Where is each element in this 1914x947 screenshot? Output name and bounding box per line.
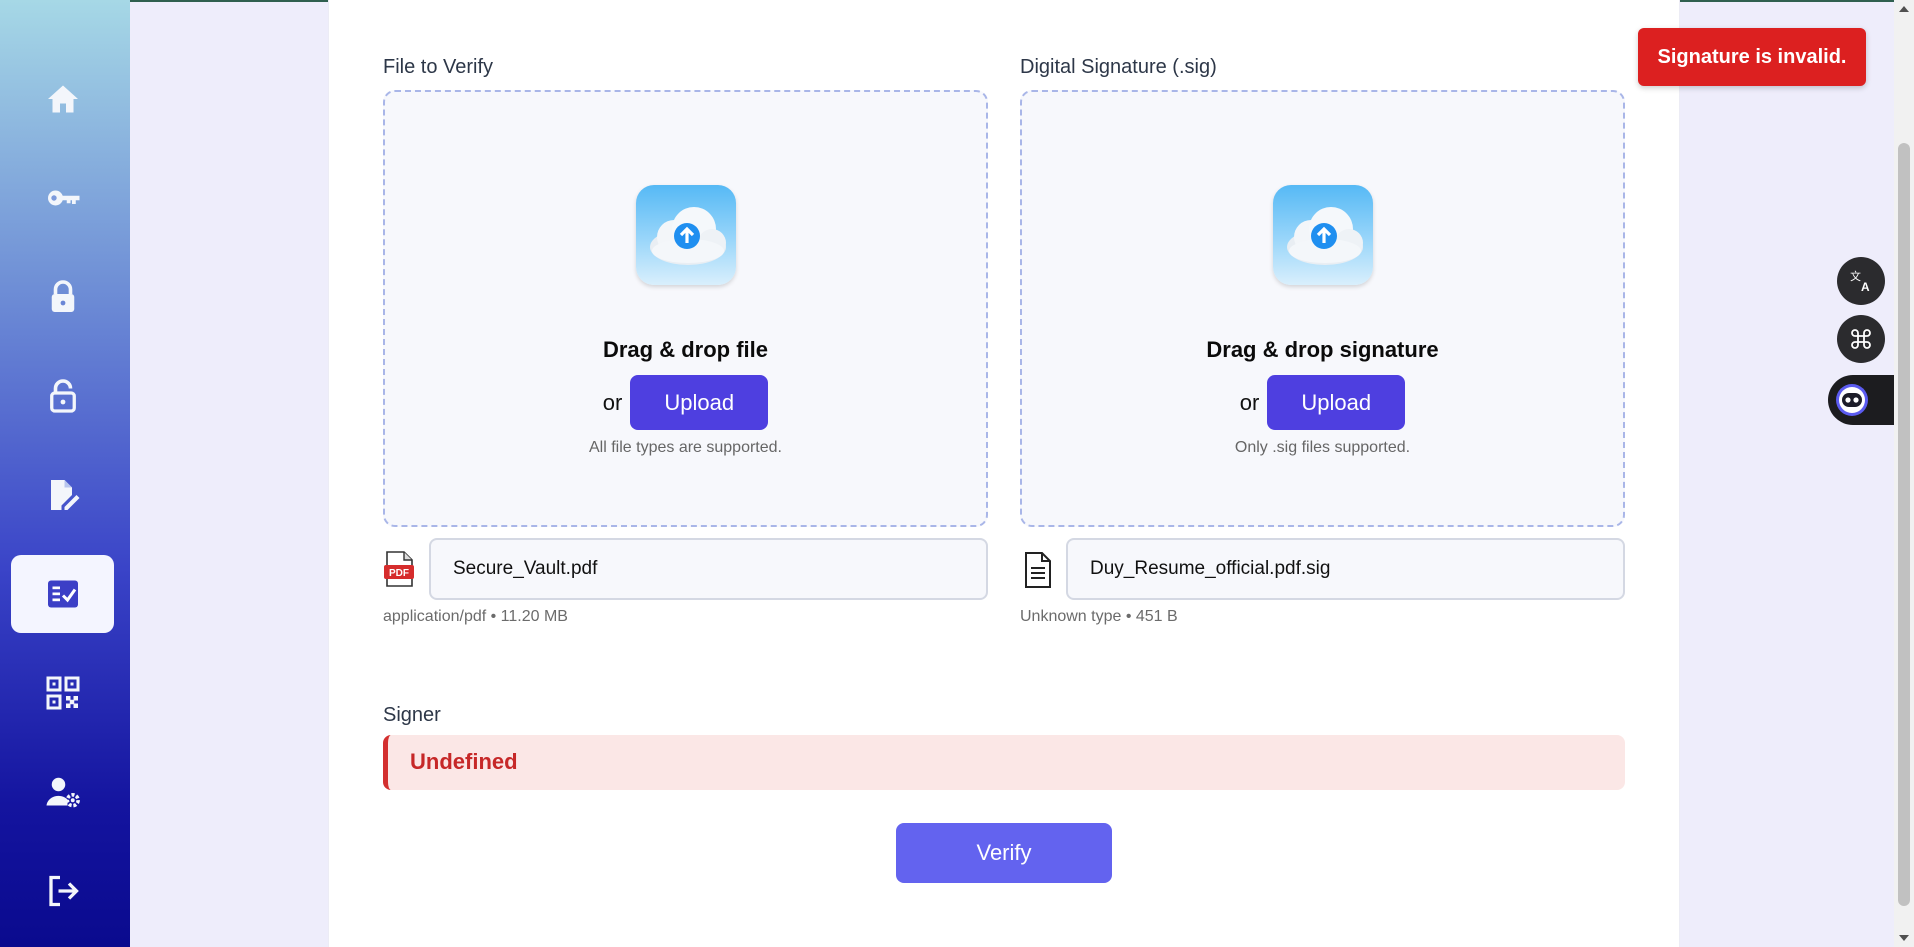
user-gear-icon xyxy=(46,777,80,808)
signature-label: Digital Signature (.sig) xyxy=(1020,56,1217,78)
signature-hint: Only .sig files supported. xyxy=(1234,439,1411,456)
cloud-upload-icon xyxy=(635,185,736,285)
svg-text:文: 文 xyxy=(1850,269,1861,283)
signature-dropzone[interactable]: Drag & drop signature or Upload Only .si… xyxy=(1020,90,1625,527)
error-toast: Signature is invalid. xyxy=(1638,28,1866,86)
file-hint: All file types are supported. xyxy=(589,439,782,456)
sidebar-item-keys[interactable] xyxy=(11,159,114,237)
svg-text:PDF: PDF xyxy=(389,568,409,579)
home-icon xyxy=(47,85,78,113)
sidebar xyxy=(0,0,130,947)
key-icon xyxy=(47,190,79,206)
pdf-icon: PDF xyxy=(384,551,414,587)
scroll-up-icon[interactable] xyxy=(1898,4,1910,14)
sidebar-item-verify[interactable] xyxy=(11,555,114,633)
file-to-verify-label: File to Verify xyxy=(383,56,494,78)
file-meta: application/pdf • 11.20 MB xyxy=(383,608,568,625)
scroll-down-icon[interactable] xyxy=(1898,933,1910,943)
lock-icon xyxy=(51,280,74,312)
qr-code-icon xyxy=(46,676,79,710)
signature-drop-title: Drag & drop signature xyxy=(1206,337,1439,362)
signature-or-text: or xyxy=(1239,389,1260,415)
signer-status-box: Undefined xyxy=(383,735,1625,790)
command-icon xyxy=(1851,329,1871,349)
sidebar-item-qr[interactable] xyxy=(11,654,114,732)
signature-upload-button[interactable]: Upload xyxy=(1267,375,1406,430)
checklist-icon xyxy=(47,580,78,608)
sidebar-item-home[interactable] xyxy=(11,60,114,138)
file-upload-button[interactable]: Upload xyxy=(630,375,769,430)
signer-value: Undefined xyxy=(410,749,518,774)
sidebar-item-sign[interactable] xyxy=(11,456,114,534)
logout-icon xyxy=(48,875,79,907)
translate-button[interactable]: 文 A xyxy=(1837,257,1885,305)
assistant-icon xyxy=(1836,384,1868,416)
translate-icon: 文 A xyxy=(1850,269,1870,294)
sidebar-item-logout[interactable] xyxy=(11,852,114,930)
file-signature-icon xyxy=(50,480,79,510)
signer-label: Signer xyxy=(383,704,441,726)
svg-text:A: A xyxy=(1861,280,1870,294)
verify-card-top xyxy=(329,0,1679,10)
unlock-icon xyxy=(49,379,76,413)
scroll-thumb[interactable] xyxy=(1898,143,1910,906)
document-icon xyxy=(1025,552,1051,588)
file-dropzone[interactable]: Drag & drop file or Upload All file type… xyxy=(383,90,988,527)
sidebar-item-decrypt[interactable] xyxy=(11,357,114,435)
sidebar-item-encrypt[interactable] xyxy=(11,258,114,336)
file-or-text: or xyxy=(602,389,623,415)
cloud-upload-icon xyxy=(1272,185,1373,285)
signature-name-field[interactable]: Duy_Resume_official.pdf.sig xyxy=(1066,538,1625,600)
page-scrollbar[interactable] xyxy=(1894,0,1914,947)
file-drop-title: Drag & drop file xyxy=(602,337,768,362)
sidebar-item-user-settings[interactable] xyxy=(11,753,114,831)
signature-meta: Unknown type • 451 B xyxy=(1020,608,1178,625)
file-name-field[interactable]: Secure_Vault.pdf xyxy=(429,538,988,600)
apps-button[interactable] xyxy=(1837,315,1885,363)
verify-button[interactable]: Verify xyxy=(896,823,1112,883)
assistant-tab[interactable] xyxy=(1828,375,1894,425)
